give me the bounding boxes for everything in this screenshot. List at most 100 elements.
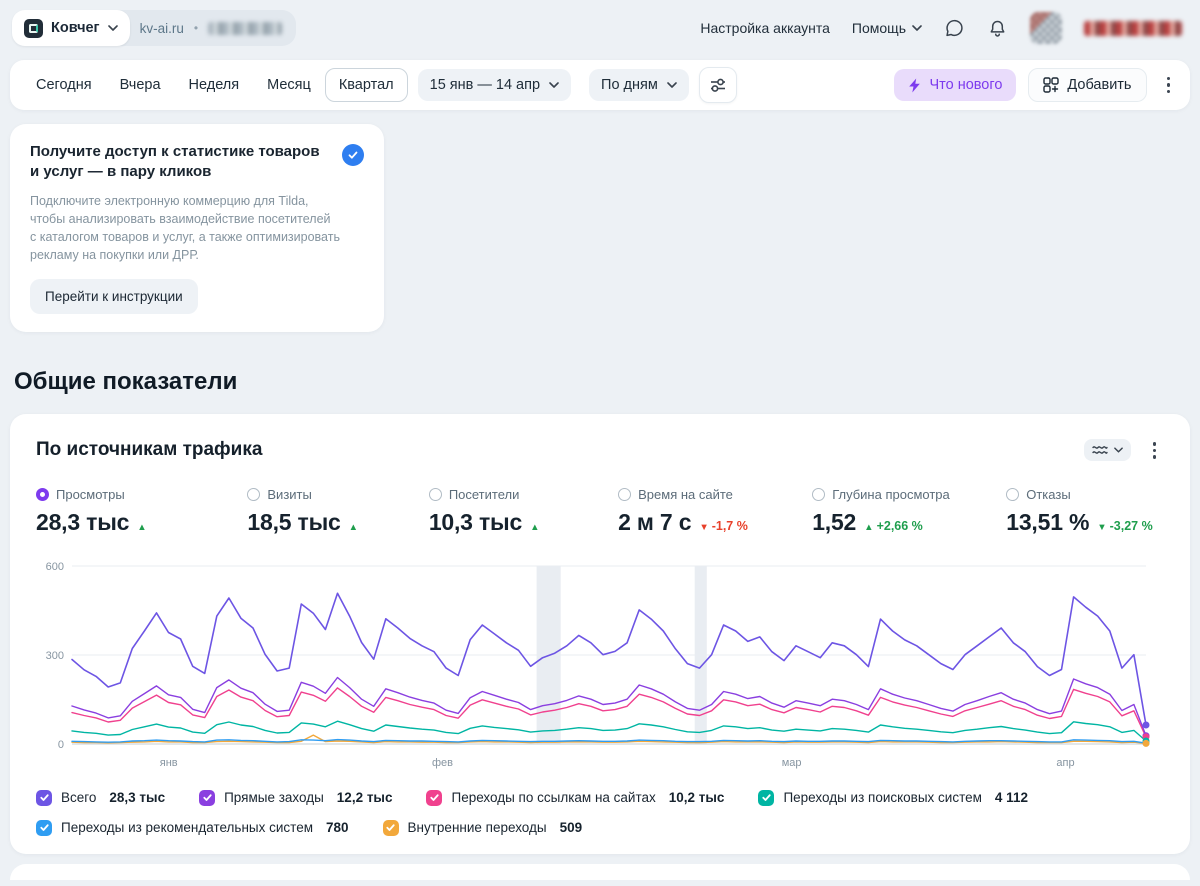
chart-title: По источникам трафика (36, 439, 263, 461)
help-label: Помощь (851, 20, 906, 36)
date-range-value: 15 янв — 14 апр (429, 77, 541, 93)
metric-users[interactable]: Посетители 10,3 тыс ▲ (428, 487, 618, 536)
counter-logo-icon (24, 18, 43, 38)
period-tab-quarter[interactable]: Квартал (324, 68, 408, 102)
top-bar: Ковчег kv-ai.ru • Настройка аккаунта Пом… (0, 0, 1200, 50)
traffic-line-chart[interactable]: 0 300 600 янв фев мар апр (36, 552, 1164, 776)
svg-text:апр: апр (1056, 757, 1074, 769)
svg-text:мар: мар (782, 757, 802, 769)
legend-item-internal[interactable]: Внутренние переходы 509 (382, 819, 582, 836)
metric-delta: ▲ (530, 521, 540, 533)
period-tab-yesterday[interactable]: Вчера (106, 68, 175, 102)
site-link[interactable]: kv-ai.ru (140, 21, 184, 36)
legend-label: Внутренние переходы (407, 820, 547, 835)
chevron-down-icon (549, 82, 559, 88)
chevron-down-icon (107, 25, 118, 31)
metric-value: 28,3 тыс (36, 508, 130, 535)
period-tab-today[interactable]: Сегодня (22, 68, 106, 102)
checkbox-icon[interactable] (382, 819, 399, 836)
censored-user-name (1084, 20, 1182, 36)
legend-item-recommendation[interactable]: Переходы из рекомендательных систем 780 (36, 819, 349, 836)
promo-cta-button[interactable]: Перейти к инструкции (30, 279, 198, 314)
counter-name: Ковчег (51, 20, 100, 36)
radio-icon[interactable] (618, 487, 632, 501)
metric-time-on-site[interactable]: Время на сайте 2 м 7 с ▼ -1,7 % (618, 487, 812, 536)
svg-text:600: 600 (46, 561, 64, 573)
radio-icon[interactable] (1006, 487, 1020, 501)
chart-menu-button[interactable] (1145, 436, 1165, 465)
notifications-button[interactable] (987, 18, 1008, 39)
legend-label: Всего (61, 790, 97, 805)
chart-card-header: По источникам трафика (36, 436, 1164, 465)
counter-pill[interactable]: Ковчег (12, 10, 130, 46)
promo-card: Получите доступ к статистике товаров и у… (10, 124, 384, 332)
toolbar-menu-button[interactable] (1159, 71, 1179, 100)
date-range-picker[interactable]: 15 янв — 14 апр (417, 69, 572, 101)
radio-icon[interactable] (428, 487, 442, 501)
avatar[interactable] (1030, 12, 1062, 44)
metric-value: 10,3 тыс (428, 508, 523, 535)
legend-item-direct[interactable]: Прямые заходы 12,2 тыс (199, 789, 392, 806)
chat-button[interactable] (944, 18, 965, 39)
period-toolbar: Сегодня Вчера Неделя Месяц Квартал 15 ян… (10, 60, 1190, 110)
metric-depth[interactable]: Глубина просмотра 1,52 ▲ +2,66 % (812, 487, 1006, 536)
whats-new-label: Что нового (929, 77, 1003, 93)
granularity-select[interactable]: По дням (589, 69, 689, 101)
svg-text:0: 0 (58, 739, 64, 751)
metric-value: 1,52 (812, 508, 857, 535)
checkbox-icon[interactable] (36, 819, 52, 836)
legend-item-search[interactable]: Переходы из поисковых систем 4 112 (758, 789, 1028, 806)
legend-item-site-links[interactable]: Переходы по ссылкам на сайтах 10,2 тыс (426, 789, 725, 806)
chart-header-controls (1083, 436, 1165, 465)
metric-switcher: Просмотры 28,3 тыс ▲ Визиты 18,5 тыс ▲ Пос… (36, 487, 1164, 536)
chart-collapse-button[interactable] (1083, 439, 1131, 462)
radio-icon[interactable] (36, 487, 49, 501)
svg-text:300: 300 (46, 650, 64, 662)
checkbox-icon[interactable] (199, 789, 216, 806)
legend-item-total[interactable]: Всего 28,3 тыс (36, 789, 166, 806)
radio-icon[interactable] (247, 487, 261, 501)
metric-label: Отказы (1026, 486, 1071, 502)
whats-new-button[interactable]: Что нового (894, 69, 1017, 101)
metric-visits[interactable]: Визиты 18,5 тыс ▲ (247, 487, 428, 536)
metric-views[interactable]: Просмотры 28,3 тыс ▲ (36, 487, 247, 536)
counter-switcher[interactable]: Ковчег kv-ai.ru • (12, 10, 297, 46)
metric-bounces[interactable]: Отказы 13,51 % ▼ -3,27 % (1006, 487, 1164, 536)
svg-text:янв: янв (160, 757, 178, 769)
legend-label: Прямые заходы (224, 790, 324, 805)
top-right-nav: Настройка аккаунта Помощь (700, 12, 1182, 44)
checkbox-icon[interactable] (758, 789, 775, 806)
chevron-down-icon (1113, 447, 1123, 453)
traffic-sources-card: По источникам трафика Просмотры 28,3 тыс… (10, 414, 1190, 854)
metric-delta: ▼ -3,27 % (1097, 518, 1153, 533)
checkbox-icon[interactable] (36, 789, 52, 806)
legend-value: 28,3 тыс (109, 790, 166, 805)
chart-legend: Всего 28,3 тыс Прямые заходы 12,2 тыс Пе… (36, 789, 1164, 836)
legend-value: 4 112 (994, 790, 1028, 805)
checkbox-icon[interactable] (426, 789, 443, 806)
legend-label: Переходы из поисковых систем (783, 790, 982, 805)
svg-text:фев: фев (432, 757, 453, 769)
metric-delta: ▲ (137, 521, 147, 533)
next-card-peek (10, 863, 1190, 880)
chevron-down-icon (912, 25, 922, 31)
metric-delta: ▲ (348, 521, 359, 533)
chat-icon (946, 19, 963, 36)
account-settings-link[interactable]: Настройка аккаунта (700, 20, 830, 36)
segment-filter-button[interactable] (698, 67, 737, 103)
metric-value: 2 м 7 с (618, 508, 692, 535)
metric-delta: ▲ +2,66 % (864, 518, 923, 533)
legend-value: 10,2 тыс (668, 790, 725, 805)
add-grid-icon (1043, 77, 1060, 93)
legend-label: Переходы по ссылкам на сайтах (451, 790, 656, 805)
sliders-icon (710, 78, 725, 92)
help-menu[interactable]: Помощь (852, 20, 922, 36)
add-widget-label: Добавить (1067, 77, 1132, 93)
metric-value: 18,5 тыс (247, 508, 341, 535)
separator-dot: • (193, 21, 199, 35)
period-tab-month[interactable]: Месяц (253, 68, 325, 102)
period-tab-week[interactable]: Неделя (175, 68, 254, 102)
add-widget-button[interactable]: Добавить (1028, 68, 1147, 102)
legend-value: 780 (326, 820, 349, 835)
radio-icon[interactable] (812, 487, 826, 501)
